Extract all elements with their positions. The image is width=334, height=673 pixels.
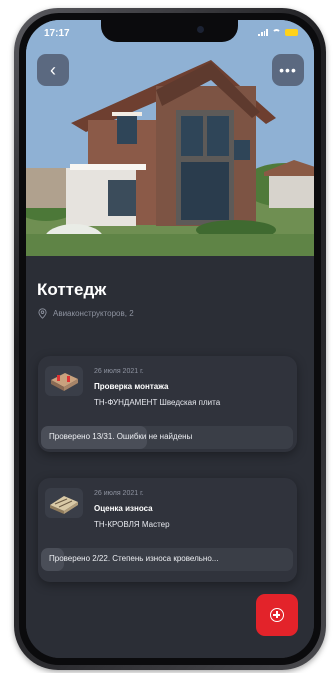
- progress-text: Проверено 2/22. Степень износа кровельно…: [49, 554, 219, 563]
- inspection-product: ТН-ФУНДАМЕНТ Шведская плита: [94, 398, 221, 407]
- phone-bezel: 17:17 ‹ ••• Коттедж Авиаконструкторов, 2: [19, 13, 321, 665]
- inspection-progress: Проверено 13/31. Ошибки не найдены: [41, 426, 293, 449]
- inspection-progress: Проверено 2/22. Степень износа кровельно…: [41, 548, 293, 571]
- inspection-card[interactable]: 26 июля 2021 г. Оценка износа ТН-КРОВЛЯ …: [38, 478, 297, 582]
- page-title: Коттедж: [37, 280, 107, 299]
- status-time: 17:17: [44, 28, 70, 39]
- progress-text: Проверено 13/31. Ошибки не найдены: [49, 432, 193, 441]
- back-button[interactable]: ‹: [37, 54, 69, 86]
- roof-model-icon: [45, 488, 83, 518]
- address-text: Авиаконструкторов, 2: [53, 309, 134, 318]
- inspection-title: Оценка износа: [94, 504, 153, 513]
- phone-notch: [101, 20, 238, 42]
- inspection-card[interactable]: 26 июля 2021 г. Проверка монтажа ТН-ФУНД…: [38, 356, 297, 452]
- more-dots-icon: •••: [279, 62, 297, 78]
- cottage-illustration: [26, 20, 314, 256]
- app-screen: 17:17 ‹ ••• Коттедж Авиаконструкторов, 2: [26, 20, 314, 658]
- inspection-date: 26 июля 2021 г.: [94, 368, 144, 375]
- inspection-product: ТН-КРОВЛЯ Мастер: [94, 520, 170, 529]
- hero-image-cottage: [26, 20, 314, 256]
- add-inspection-button[interactable]: [256, 594, 298, 636]
- plus-circle-icon: [270, 608, 284, 622]
- cellular-signal-icon: [258, 29, 268, 36]
- location-pin-icon: [38, 308, 47, 319]
- front-camera: [197, 26, 204, 33]
- inspection-title: Проверка монтажа: [94, 382, 169, 391]
- phone-frame: 17:17 ‹ ••• Коттедж Авиаконструкторов, 2: [14, 8, 326, 670]
- status-icons: [258, 29, 298, 36]
- wifi-icon: [272, 29, 281, 36]
- battery-icon: [285, 29, 298, 36]
- chevron-left-icon: ‹: [50, 59, 56, 80]
- address-row: Авиаконструкторов, 2: [38, 308, 134, 319]
- foundation-model-icon: [45, 366, 83, 396]
- more-options-button[interactable]: •••: [272, 54, 304, 86]
- inspection-date: 26 июля 2021 г.: [94, 490, 144, 497]
